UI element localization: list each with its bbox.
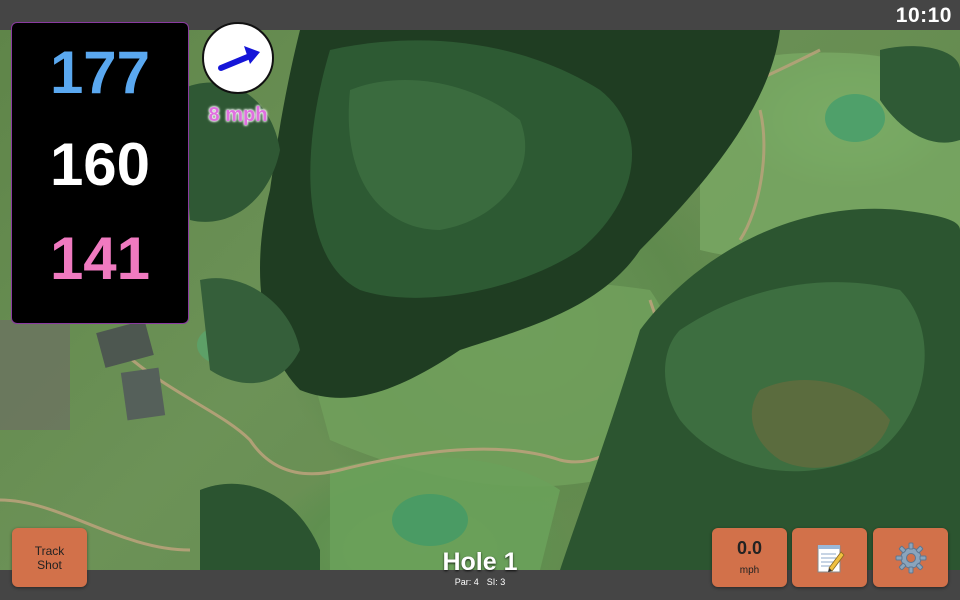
speed-button[interactable]: 0.0 mph [712, 528, 787, 587]
distance-panel: 177 160 141 [11, 22, 189, 324]
notepad-icon [817, 545, 845, 573]
stroke-index-label: SI: 3 [486, 577, 506, 587]
hole-title: Hole 1 [442, 548, 518, 576]
gear-icon [895, 542, 927, 574]
track-shot-label: Track Shot [34, 544, 65, 572]
track-shot-button[interactable]: Track Shot [12, 528, 87, 587]
clock: 10:10 [895, 4, 952, 27]
notes-button[interactable] [792, 528, 867, 587]
front-distance: 141 [49, 225, 151, 292]
speed-unit: mph [739, 565, 760, 576]
hole-info: Par: 4 SI: 3 [380, 577, 580, 587]
wind-indicator [202, 22, 274, 94]
par-label: Par: 4 [454, 577, 479, 587]
speed-value: 0.0 [736, 538, 763, 558]
settings-button[interactable] [873, 528, 948, 587]
middle-distance: 160 [49, 131, 151, 198]
back-distance: 177 [49, 39, 151, 106]
wind-speed: 8 mph [208, 104, 268, 126]
wind-arrow-icon [218, 46, 260, 71]
